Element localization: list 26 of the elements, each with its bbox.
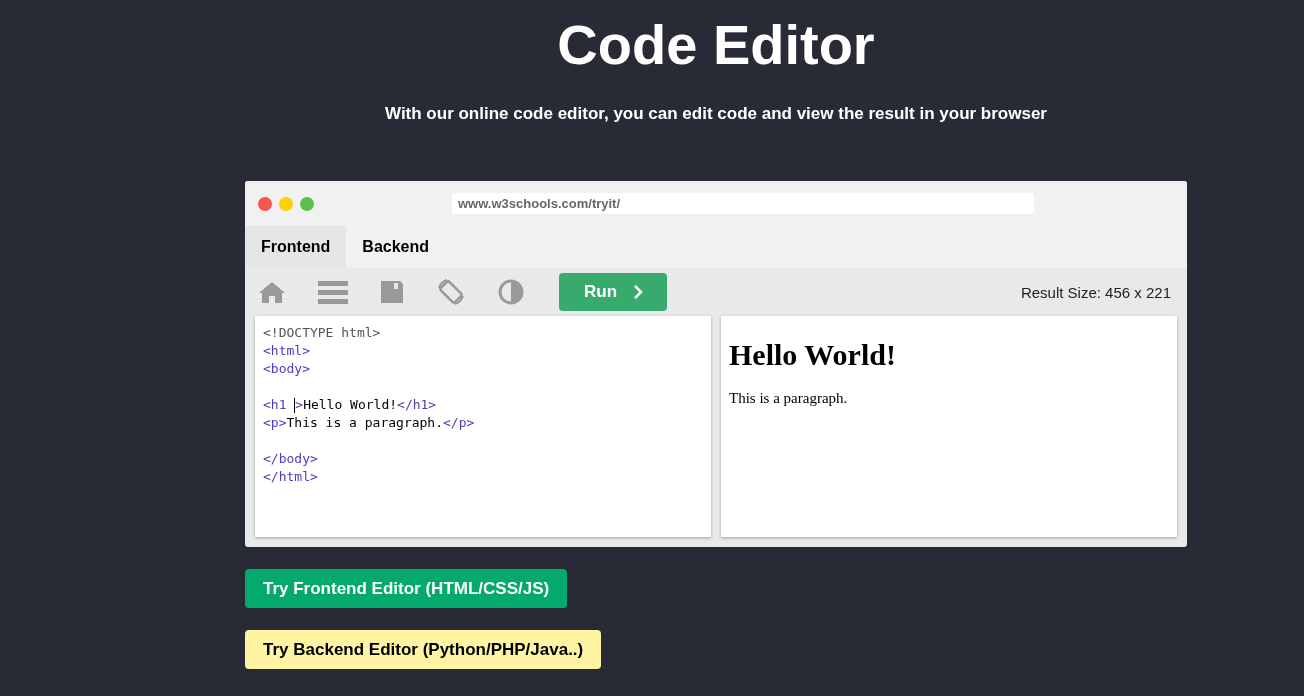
close-dot-icon bbox=[258, 196, 272, 211]
editor-tab[interactable]: Frontend bbox=[245, 226, 347, 268]
contrast-icon[interactable] bbox=[498, 279, 524, 305]
editor-tab[interactable]: Backend bbox=[346, 226, 446, 268]
result-heading: Hello World! bbox=[729, 338, 897, 372]
maximize-dot-icon bbox=[300, 196, 314, 211]
minimize-dot-icon bbox=[279, 196, 293, 211]
try-editor-button[interactable]: Try Backend Editor (Python/PHP/Java..) bbox=[245, 630, 602, 669]
page-title: Code Editor bbox=[556, 12, 876, 78]
result-paragraph: This is a paragraph. bbox=[729, 390, 849, 407]
code-line: <html> bbox=[263, 342, 311, 360]
code-line: <!DOCTYPE html> bbox=[263, 324, 382, 342]
rotate-icon[interactable] bbox=[436, 277, 466, 307]
code-line: <p>This is a paragraph.</p> bbox=[263, 414, 476, 432]
code-line: </html> bbox=[263, 468, 319, 486]
code-line: <body> bbox=[263, 360, 311, 378]
chevron-icon bbox=[633, 285, 644, 299]
result-size: Result Size: 456 x 221 bbox=[1020, 283, 1172, 301]
code-line: <h1 >Hello World!</h1> bbox=[263, 396, 438, 414]
address-bar[interactable]: www.w3schools.com/tryit/ bbox=[452, 193, 1034, 214]
page-subtitle: With our online code editor, you can edit code and view the result in your browser bbox=[384, 104, 1048, 124]
code-pane[interactable]: <!DOCTYPE html> <html> <body> <h1 >Hello World!</h1> <p>This is a paragraph.</p> </body> </html> bbox=[255, 316, 711, 537]
code-line: </body> bbox=[263, 450, 319, 468]
menu-icon[interactable] bbox=[318, 280, 348, 304]
home-icon[interactable] bbox=[258, 280, 286, 304]
save-icon[interactable] bbox=[380, 280, 404, 304]
